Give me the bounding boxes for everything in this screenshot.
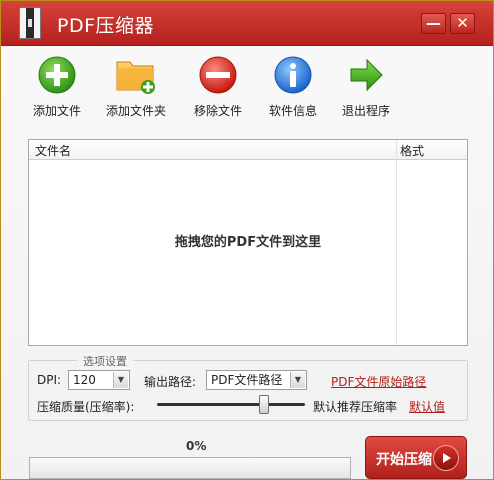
output-path-value: PDF文件路径 (211, 373, 283, 387)
progress-percent: 0% (186, 439, 207, 453)
dpi-label: DPI: (37, 373, 62, 387)
start-compress-label: 开始压缩 (376, 452, 432, 468)
quality-label: 压缩质量(压缩率): (37, 400, 135, 414)
add-file-label: 添加文件 (32, 104, 81, 118)
quality-slider-thumb[interactable] (258, 395, 269, 414)
app-logo-icon (19, 7, 41, 39)
window-title: PDF压缩器 (57, 15, 155, 37)
add-folder-icon (116, 61, 155, 94)
chevron-down-icon[interactable]: ▼ (113, 372, 128, 388)
column-header-filename[interactable]: 文件名 (35, 142, 71, 159)
output-path-select[interactable]: PDF文件路径 ▼ (206, 370, 307, 390)
drop-hint: 拖拽您的PDF文件到这里 (174, 235, 322, 250)
add-folder-button[interactable]: 添加文件夹 (95, 55, 177, 119)
dpi-select[interactable]: 120 ▼ (68, 370, 130, 390)
exit-arrow-icon (350, 58, 383, 92)
dpi-value: 120 (73, 373, 96, 387)
original-path-link[interactable]: PDF文件原始路径 (331, 373, 426, 390)
remove-file-icon (199, 56, 237, 94)
add-file-button[interactable]: 添加文件 (16, 55, 98, 119)
exit-button[interactable]: 退出程序 (325, 55, 407, 119)
start-compress-button[interactable]: 开始压缩 (365, 436, 467, 479)
minimize-button[interactable]: — (421, 13, 446, 34)
remove-file-button[interactable]: 移除文件 (177, 55, 259, 119)
remove-file-label: 移除文件 (193, 104, 242, 118)
play-arrow-icon (433, 445, 459, 471)
app-window: PDF压缩器 — ✕ 添加文件 添加文件夹 移除文件 软件信息 退出程序 文件名… (0, 0, 494, 480)
output-path-label: 输出路径: (144, 375, 197, 389)
chevron-down-icon[interactable]: ▼ (290, 372, 305, 388)
add-file-icon (38, 56, 76, 94)
add-folder-label: 添加文件夹 (105, 104, 166, 118)
toolbar: 添加文件 添加文件夹 移除文件 软件信息 退出程序 (1, 47, 493, 127)
close-button[interactable]: ✕ (450, 13, 475, 34)
software-info-label: 软件信息 (268, 104, 317, 118)
info-icon (274, 56, 312, 94)
options-group: 选项设置 DPI: 120 ▼ 输出路径: PDF文件路径 ▼ PDF文件原始路… (28, 353, 468, 421)
quality-slider-track[interactable] (157, 403, 305, 406)
file-list-header: 文件名 格式 (29, 140, 467, 160)
exit-label: 退出程序 (341, 104, 390, 118)
file-list[interactable]: 文件名 格式 拖拽您的PDF文件到这里 (28, 139, 468, 346)
software-info-button[interactable]: 软件信息 (252, 55, 334, 119)
recommended-rate-label: 默认推荐压缩率 (313, 400, 398, 414)
progress-bar (29, 457, 351, 479)
options-legend: 选项设置 (77, 353, 133, 369)
column-header-format[interactable]: 格式 (400, 142, 424, 159)
default-value-link[interactable]: 默认值 (409, 398, 445, 415)
title-bar[interactable]: PDF压缩器 — ✕ (1, 1, 493, 46)
